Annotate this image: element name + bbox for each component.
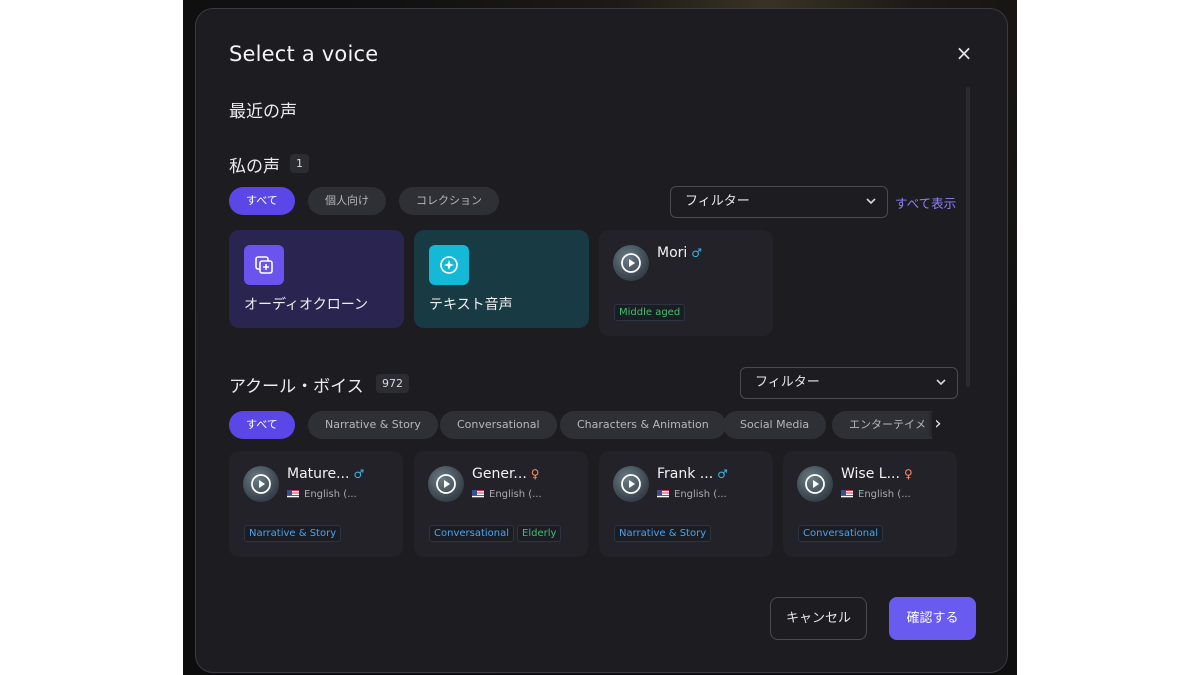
recent-voices-heading: 最近の声 (229, 102, 297, 122)
acool-voices-heading: アクール・ボイス (229, 377, 364, 397)
voice-card-mature[interactable]: Mature... ♂ English (... Narrative & Stor… (229, 451, 403, 557)
category-entertainment[interactable]: エンターテイメ (832, 411, 932, 439)
voice-card-gener[interactable]: Gener... ♀ English (... Conversational El… (414, 451, 588, 557)
voice-language: English (... (841, 489, 911, 500)
tag-elderly: Elderly (517, 525, 562, 542)
play-icon[interactable] (797, 466, 833, 502)
tab-all[interactable]: すべて (229, 187, 295, 215)
show-all-link[interactable]: すべて表示 (895, 193, 956, 212)
male-icon: ♂ (353, 467, 365, 481)
acool-voices-filter-dropdown[interactable]: フィルター (740, 367, 958, 399)
us-flag-icon (657, 490, 669, 498)
tag-middle-aged: Middle aged (614, 304, 686, 321)
play-icon[interactable] (613, 245, 649, 281)
voice-language: English (... (657, 489, 727, 500)
scrollbar[interactable] (966, 87, 970, 387)
voice-select-modal: Select a voice × 最近の声 私の声 1 すべて 個人向け コレク… (195, 8, 1008, 673)
voice-name: Gener... ♀ (472, 466, 540, 482)
text-to-speech-card[interactable]: テキスト音声 (414, 230, 589, 328)
tag-narrative-story: Narrative & Story (614, 525, 712, 542)
chevron-down-icon (935, 368, 947, 409)
category-characters-animation[interactable]: Characters & Animation (560, 411, 726, 439)
play-icon[interactable] (243, 466, 279, 502)
tag-conversational: Conversational (798, 525, 884, 542)
play-icon[interactable] (428, 466, 464, 502)
category-social-media[interactable]: Social Media (723, 411, 827, 439)
text-to-speech-label: テキスト音声 (429, 297, 513, 313)
audio-clone-card[interactable]: オーディオクローン (229, 230, 404, 328)
close-icon[interactable]: × (953, 43, 975, 65)
female-icon: ♀ (903, 467, 913, 481)
play-icon[interactable] (613, 466, 649, 502)
us-flag-icon (841, 490, 853, 498)
filter-label: フィルター (685, 194, 750, 209)
cancel-button[interactable]: キャンセル (770, 597, 867, 640)
chevron-down-icon (865, 187, 877, 228)
male-icon: ♂ (717, 467, 728, 481)
voice-name: Mori ♂ (657, 245, 703, 261)
voice-card-mori[interactable]: Mori ♂ Middle aged (599, 230, 773, 336)
acool-voices-count-badge: 972 (376, 374, 409, 393)
confirm-button[interactable]: 確認する (889, 597, 976, 640)
audio-clone-label: オーディオクローン (244, 297, 369, 313)
voice-card-wise[interactable]: Wise L... ♀ English (... Conversational (783, 451, 957, 557)
category-conversational[interactable]: Conversational (440, 411, 557, 439)
voice-name: Mature... ♂ (287, 466, 365, 482)
tag-conversational: Conversational (429, 525, 515, 542)
audio-clone-icon (244, 245, 284, 285)
us-flag-icon (472, 490, 484, 498)
text-to-speech-icon (429, 245, 469, 285)
category-narrative-story[interactable]: Narrative & Story (308, 411, 438, 439)
tag-narrative-story: Narrative & Story (244, 525, 342, 542)
chevron-right-icon[interactable]: › (927, 412, 949, 436)
my-voices-filter-dropdown[interactable]: フィルター (670, 186, 888, 218)
voice-name: Frank ... ♂ (657, 466, 728, 482)
voice-name: Wise L... ♀ (841, 466, 913, 482)
male-icon: ♂ (691, 246, 703, 260)
tab-personal[interactable]: 個人向け (308, 187, 386, 215)
voice-language: English (... (472, 489, 542, 500)
voice-card-frank[interactable]: Frank ... ♂ English (... Narrative & Stor… (599, 451, 773, 557)
female-icon: ♀ (530, 467, 540, 481)
us-flag-icon (287, 490, 299, 498)
modal-title: Select a voice (229, 42, 379, 66)
my-voices-heading: 私の声 (229, 157, 280, 177)
category-all[interactable]: すべて (229, 411, 295, 439)
voice-language: English (... (287, 489, 357, 500)
tab-collection[interactable]: コレクション (399, 187, 499, 215)
my-voices-count-badge: 1 (290, 154, 309, 173)
filter-label: フィルター (755, 375, 820, 390)
